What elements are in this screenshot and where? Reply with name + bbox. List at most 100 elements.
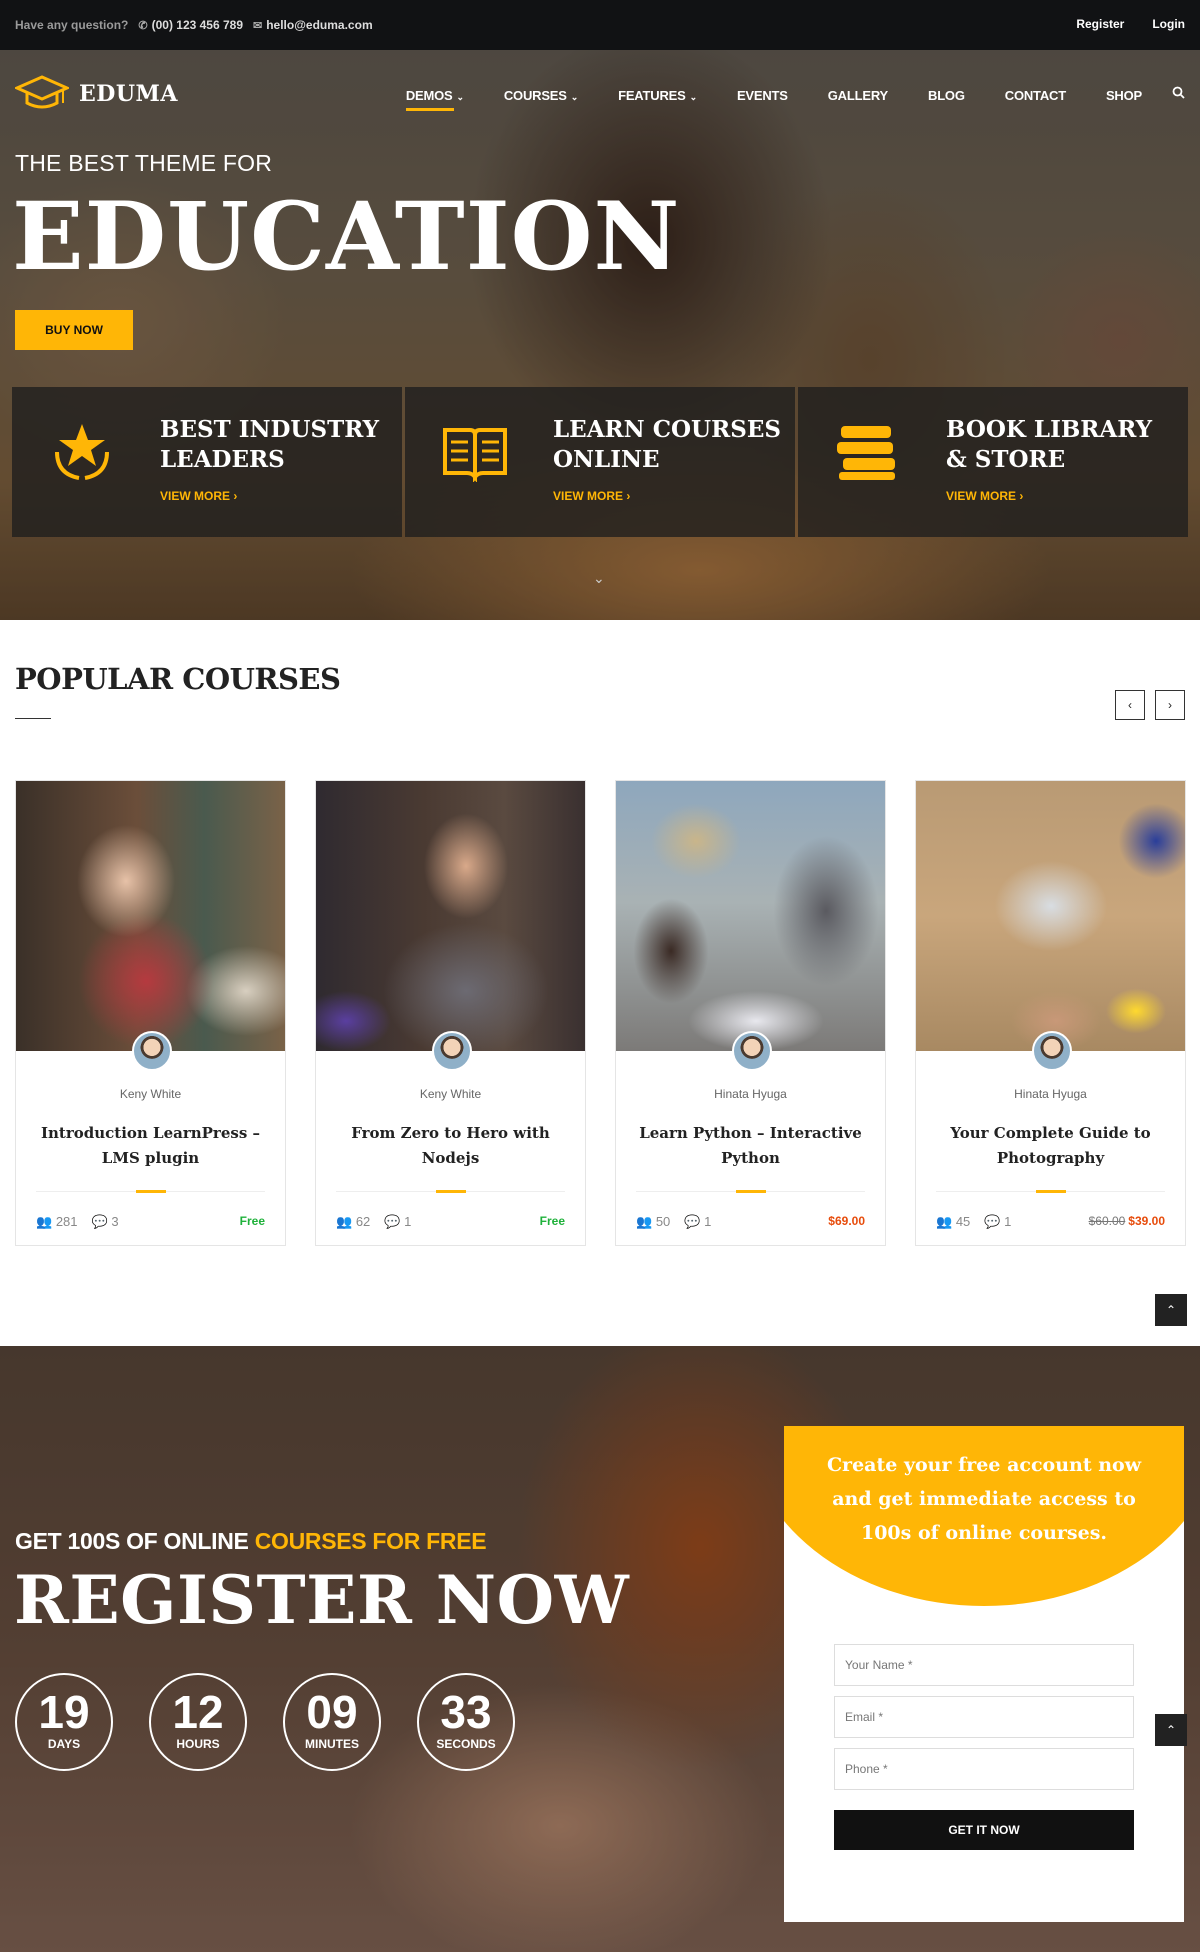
course-card[interactable]: Hinata Hyuga Your Complete Guide to Phot… bbox=[915, 780, 1186, 1246]
chevron-up-icon: ⌃ bbox=[1165, 1723, 1177, 1737]
feature-title: LEARN COURSES ONLINE bbox=[553, 416, 781, 473]
phone-link[interactable]: ✆ (00) 123 456 789 bbox=[138, 18, 243, 32]
course-meta: 👥 50 💬 1 bbox=[636, 1214, 711, 1230]
site-logo[interactable]: EDUMA bbox=[15, 73, 178, 115]
email-link[interactable]: ✉ hello@eduma.com bbox=[253, 18, 373, 32]
course-image[interactable] bbox=[16, 781, 285, 1051]
email-field[interactable] bbox=[834, 1696, 1134, 1738]
comments-count: 💬 1 bbox=[384, 1214, 412, 1229]
divider bbox=[936, 1190, 1165, 1193]
course-meta: 👥 281 💬 3 bbox=[36, 1214, 119, 1230]
award-star-icon bbox=[55, 424, 109, 480]
account-links: Register Login bbox=[1076, 17, 1185, 31]
students-count: 👥 62 bbox=[336, 1214, 371, 1229]
course-price: $60.00 $39.00 bbox=[1089, 1214, 1165, 1228]
hero-title: EDUCATION bbox=[12, 182, 681, 292]
students-count: 👥 50 bbox=[636, 1214, 671, 1229]
phone-field[interactable] bbox=[834, 1748, 1134, 1790]
view-more-link[interactable]: VIEW MORE › bbox=[160, 489, 237, 503]
nav-item-demos[interactable]: DEMOS ⌄ bbox=[405, 88, 464, 111]
register-title: REGISTER NOW bbox=[14, 1561, 630, 1639]
back-to-top-button[interactable]: ⌃ bbox=[1155, 1714, 1187, 1746]
students-count: 👥 45 bbox=[936, 1214, 971, 1229]
feature-title: BEST INDUSTRY LEADERS bbox=[160, 416, 380, 473]
carousel-prev-button[interactable]: ‹ bbox=[1115, 690, 1145, 720]
course-title[interactable]: Introduction LearnPress – LMS plugin bbox=[36, 1121, 265, 1171]
course-image[interactable] bbox=[616, 781, 885, 1051]
course-image[interactable] bbox=[316, 781, 585, 1051]
avatar[interactable] bbox=[732, 1031, 772, 1071]
logo-text: EDUMA bbox=[79, 81, 178, 107]
course-author[interactable]: Hinata Hyuga bbox=[916, 1087, 1185, 1101]
comments-count: 💬 3 bbox=[91, 1214, 119, 1229]
course-author[interactable]: Keny White bbox=[16, 1087, 285, 1101]
register-section: GET 100S OF ONLINE COURSES FOR FREE REGI… bbox=[0, 1346, 1200, 1952]
users-icon: 👥 bbox=[636, 1214, 653, 1229]
users-icon: 👥 bbox=[336, 1214, 353, 1229]
get-it-now-button[interactable]: GET IT NOW bbox=[834, 1810, 1134, 1850]
course-price: Free bbox=[539, 1214, 565, 1228]
graduation-cap-icon bbox=[15, 75, 69, 109]
title-underline bbox=[15, 718, 51, 719]
carousel-next-button[interactable]: › bbox=[1155, 690, 1185, 720]
search-icon[interactable] bbox=[1172, 86, 1185, 104]
buy-now-button[interactable]: BUY NOW bbox=[15, 310, 133, 350]
view-more-link[interactable]: VIEW MORE › bbox=[553, 489, 630, 503]
avatar[interactable] bbox=[132, 1031, 172, 1071]
open-book-icon bbox=[443, 428, 507, 482]
chevron-up-icon: ⌃ bbox=[1165, 1303, 1177, 1317]
course-price: $69.00 bbox=[828, 1214, 865, 1228]
contact-info: Have any question? ✆ (00) 123 456 789 ✉ he… bbox=[15, 18, 373, 32]
countdown-seconds: 33 SECONDS bbox=[417, 1673, 515, 1771]
nav-item-shop[interactable]: SHOP bbox=[1106, 88, 1142, 103]
course-card[interactable]: Hinata Hyuga Learn Python – Interactive … bbox=[615, 780, 886, 1246]
countdown-hours: 12 HOURS bbox=[149, 1673, 247, 1771]
divider bbox=[36, 1190, 265, 1193]
students-count: 👥 281 bbox=[36, 1214, 78, 1229]
old-price: $60.00 bbox=[1088, 1214, 1126, 1228]
course-meta: 👥 62 💬 1 bbox=[336, 1214, 411, 1230]
section-title: POPULAR COURSES bbox=[15, 662, 341, 696]
nav-item-gallery[interactable]: GALLERY bbox=[828, 88, 888, 103]
book-stack-icon bbox=[837, 426, 895, 480]
question-text: Have any question? bbox=[15, 18, 129, 32]
course-title[interactable]: Learn Python – Interactive Python bbox=[636, 1121, 865, 1171]
register-subtitle: GET 100S OF ONLINE COURSES FOR FREE bbox=[15, 1528, 487, 1554]
feature-box-leaders: BEST INDUSTRY LEADERS VIEW MORE › bbox=[12, 387, 402, 537]
chevron-down-icon[interactable]: ⌄ bbox=[593, 570, 605, 587]
users-icon: 👥 bbox=[36, 1214, 53, 1229]
feature-boxes: BEST INDUSTRY LEADERS VIEW MORE › LEARN … bbox=[12, 387, 1188, 537]
course-image[interactable] bbox=[916, 781, 1185, 1051]
course-title[interactable]: Your Complete Guide to Photography bbox=[936, 1121, 1165, 1171]
hero-subtitle: THE BEST THEME FOR bbox=[15, 150, 273, 176]
chevron-left-icon: ‹ bbox=[1128, 698, 1132, 712]
nav-item-events[interactable]: EVENTS bbox=[737, 88, 788, 103]
chevron-down-icon: ⌄ bbox=[570, 91, 579, 102]
course-title[interactable]: From Zero to Hero with Nodejs bbox=[336, 1121, 565, 1171]
login-link[interactable]: Login bbox=[1152, 17, 1185, 31]
comments-count: 💬 1 bbox=[984, 1214, 1012, 1229]
countdown-days: 19 DAYS bbox=[15, 1673, 113, 1771]
comment-icon: 💬 bbox=[684, 1214, 701, 1229]
course-price: Free bbox=[239, 1214, 265, 1228]
back-to-top-button[interactable]: ⌃ bbox=[1155, 1294, 1187, 1326]
form-headline: Create your free account now and get imm… bbox=[826, 1454, 1142, 1544]
avatar[interactable] bbox=[432, 1031, 472, 1071]
feature-box-courses: LEARN COURSES ONLINE VIEW MORE › bbox=[405, 387, 795, 537]
comment-icon: 💬 bbox=[91, 1214, 108, 1229]
avatar[interactable] bbox=[1032, 1031, 1072, 1071]
countdown-minutes: 09 MINUTES bbox=[283, 1673, 381, 1771]
course-author[interactable]: Keny White bbox=[316, 1087, 585, 1101]
register-link[interactable]: Register bbox=[1076, 17, 1124, 31]
course-author[interactable]: Hinata Hyuga bbox=[616, 1087, 885, 1101]
name-field[interactable] bbox=[834, 1644, 1134, 1686]
nav-item-blog[interactable]: BLOG bbox=[928, 88, 965, 103]
nav-item-features[interactable]: FEATURES ⌄ bbox=[618, 88, 697, 103]
nav-item-courses[interactable]: COURSES ⌄ bbox=[504, 88, 578, 103]
course-card[interactable]: Keny White Introduction LearnPress – LMS… bbox=[15, 780, 286, 1246]
view-more-link[interactable]: VIEW MORE › bbox=[946, 489, 1023, 503]
course-card[interactable]: Keny White From Zero to Hero with Nodejs… bbox=[315, 780, 586, 1246]
phone-icon: ✆ bbox=[138, 20, 148, 32]
nav-item-contact[interactable]: CONTACT bbox=[1005, 88, 1066, 103]
divider bbox=[636, 1190, 865, 1193]
